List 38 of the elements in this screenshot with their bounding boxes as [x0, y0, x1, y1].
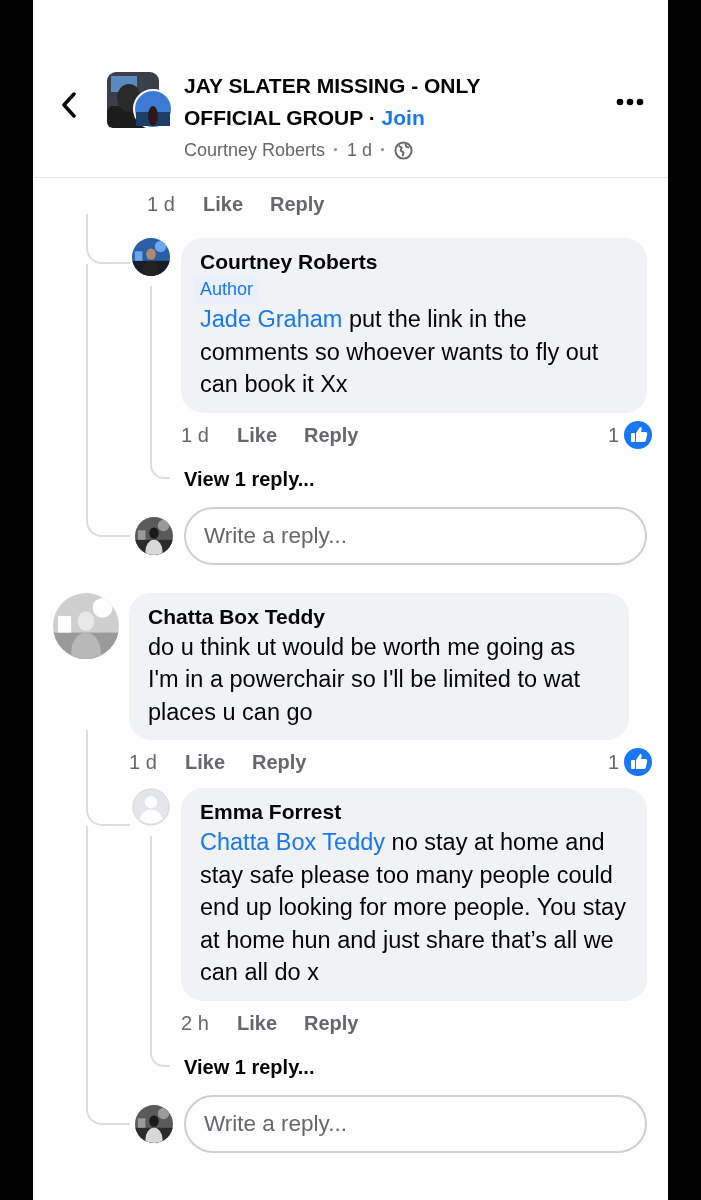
separator-dot: · [333, 139, 340, 162]
view-replies-link[interactable]: View 1 reply... [184, 456, 647, 501]
like-link[interactable]: Like [237, 419, 278, 450]
comment-text: Chatta Box Teddy no stay at home and stay safe please too many people could end up looking for more people. You stay at home hun and just share that’s all we can all do x [200, 828, 627, 987]
like-icon [623, 419, 653, 450]
reaction-count: 1 [607, 422, 619, 448]
commenter-name[interactable]: Courtney Roberts [200, 248, 628, 276]
author-name[interactable]: Courtney Roberts [184, 137, 326, 164]
timestamp: 1 d [181, 422, 210, 448]
reply-link[interactable]: Reply [270, 189, 325, 219]
mention-link[interactable]: Jade Graham [200, 306, 343, 332]
timestamp: 1 d [147, 192, 176, 217]
mention-link[interactable]: Chatta Box Teddy [200, 829, 386, 855]
reply-input-field[interactable]: Write a reply... [184, 1094, 647, 1153]
group-title: JAY SLATER MISSING - ONLY OFFICIAL GROUP · Join [184, 73, 482, 131]
like-link[interactable]: Like [237, 1007, 278, 1038]
comment-text: Jade Graham put the link in the comments so whoever wants to fly out can book it Xx [200, 305, 600, 399]
like-icon [623, 747, 653, 777]
reply-link[interactable]: Reply [304, 419, 359, 450]
reply-link[interactable]: Reply [252, 747, 307, 777]
comment-text: do u think ut would be worth me going as I'm in a powerchair so I'll be limited to wat places u can go [148, 632, 582, 727]
reply-input-field[interactable]: Write a reply... [184, 506, 647, 565]
view-replies-link[interactable]: View 1 reply... [184, 1044, 647, 1089]
commenter-name[interactable]: Emma Forrest [200, 798, 628, 826]
post-time: 1 d [347, 139, 373, 162]
reaction-count: 1 [607, 750, 619, 775]
like-link[interactable]: Like [203, 189, 244, 219]
like-link[interactable]: Like [185, 747, 226, 777]
reply-link[interactable]: Reply [304, 1007, 359, 1038]
author-badge: Author [194, 276, 260, 303]
separator-dot: · [380, 139, 387, 162]
back-icon[interactable] [61, 92, 77, 118]
more-icon[interactable] [616, 98, 644, 106]
commenter-name[interactable]: Chatta Box Teddy [148, 602, 610, 631]
join-link[interactable]: Join [381, 106, 425, 129]
timestamp: 1 d [129, 750, 158, 775]
globe-icon [394, 141, 414, 160]
timestamp: 2 h [181, 1010, 210, 1036]
